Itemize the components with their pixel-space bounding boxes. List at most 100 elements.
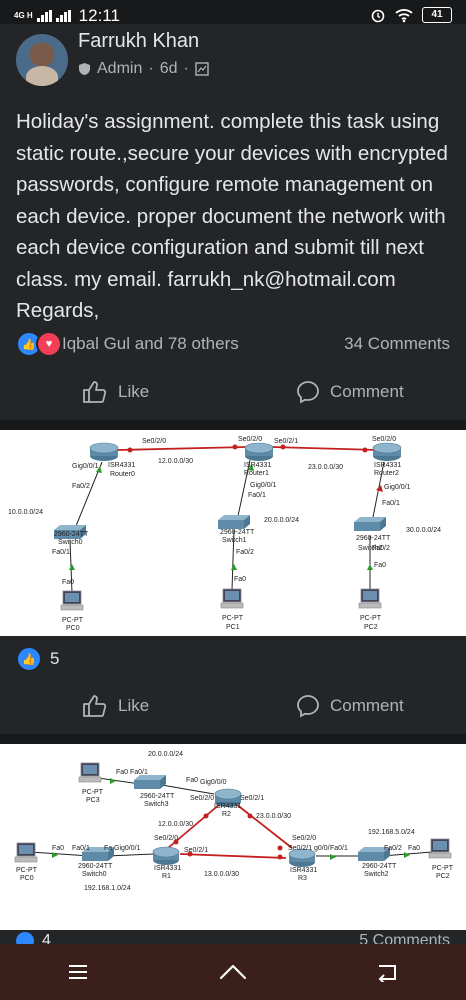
svg-text:Fa0/1: Fa0/1: [330, 845, 348, 852]
svg-text:23.0.0.0/30: 23.0.0.0/30: [308, 464, 343, 471]
svg-text:R2: R2: [222, 811, 231, 818]
post-time: 6d: [159, 60, 178, 77]
like-icon: [83, 381, 107, 403]
svg-text:ISR4331: ISR4331: [244, 462, 271, 469]
dot-separator: ·: [148, 60, 154, 77]
svg-text:ISR4331: ISR4331: [108, 462, 135, 469]
serial-link-r2-r3: [235, 803, 293, 849]
svg-text:Fa0/1: Fa0/1: [248, 492, 266, 499]
network-type: 4G H: [14, 11, 33, 20]
svg-text:Fa0/2: Fa0/2: [372, 545, 390, 552]
svg-text:Fa0/1: Fa0/1: [72, 845, 90, 852]
svg-text:Se0/2/0: Se0/2/0: [292, 835, 316, 842]
pc0-icon-2[interactable]: [14, 842, 38, 863]
pc3-icon[interactable]: [78, 762, 102, 783]
svg-text:R1: R1: [162, 873, 171, 880]
svg-text:R3: R3: [298, 875, 307, 882]
svg-text:PC0: PC0: [66, 625, 80, 632]
svg-text:Se0/2/0: Se0/2/0: [190, 795, 214, 802]
svg-text:Fa0: Fa0: [408, 845, 420, 852]
reaction-count-2: 5: [50, 649, 60, 668]
comment-button[interactable]: Comment: [296, 380, 404, 404]
serial-link-r1-r3: [179, 853, 287, 859]
svg-text:Fa0: Fa0: [62, 579, 74, 586]
svg-text:20.0.0.0/24: 20.0.0.0/24: [264, 517, 299, 524]
author-name[interactable]: Farrukh Khan: [78, 30, 199, 53]
svg-text:Se0/2/0: Se0/2/0: [142, 438, 166, 445]
reactions-row[interactable]: 👍 ♥ Iqbal Gul and 78 others 34 Comments: [16, 331, 450, 357]
post-actions-2: Like Comment: [0, 684, 466, 734]
router0-icon[interactable]: [89, 442, 119, 462]
svg-text:Fa: Fa: [104, 845, 112, 852]
switch2-icon[interactable]: [354, 517, 386, 531]
switch1-icon[interactable]: [218, 515, 250, 529]
home-button[interactable]: [203, 952, 263, 992]
svg-text:Switch3: Switch3: [144, 801, 169, 808]
svg-text:2960-24TT: 2960-24TT: [54, 531, 89, 538]
like-icon: [83, 695, 107, 717]
switch3-icon[interactable]: [134, 775, 166, 789]
alarm-icon: [371, 9, 385, 23]
network-diagram-2[interactable]: 20.0.0.0/24 PC-PT PC3 Fa0 Fa0/1 2960-24T…: [0, 744, 466, 930]
serial-link-r0-r1: [117, 446, 247, 451]
photo-icon: [195, 62, 209, 76]
r1-router-icon[interactable]: [152, 846, 180, 866]
comments-count-3[interactable]: 5 Comments: [359, 932, 450, 944]
router1-icon[interactable]: [244, 442, 274, 462]
like-button[interactable]: Like: [82, 380, 149, 404]
battery-icon: 41: [422, 7, 452, 23]
svg-text:Fa0: Fa0: [186, 777, 198, 784]
svg-text:PC-PT: PC-PT: [222, 615, 244, 622]
svg-text:Fa0/2: Fa0/2: [236, 549, 254, 556]
svg-text:ISR4331: ISR4331: [154, 865, 181, 872]
svg-text:2960-24TT: 2960-24TT: [220, 529, 255, 536]
svg-text:Switch2: Switch2: [364, 871, 389, 878]
svg-text:12.0.0.0/30: 12.0.0.0/30: [158, 458, 193, 465]
svg-text:Fa0/1: Fa0/1: [52, 549, 70, 556]
reactions-row-2[interactable]: 👍 5: [16, 646, 59, 672]
comments-count[interactable]: 34 Comments: [344, 334, 450, 354]
svg-text:2960-24TT: 2960-24TT: [356, 535, 391, 542]
admin-shield-icon: [79, 63, 90, 75]
like-button-2[interactable]: Like: [82, 694, 149, 718]
back-button[interactable]: [358, 952, 418, 992]
feed-divider: [0, 420, 466, 430]
svg-text:Switch1: Switch1: [222, 537, 247, 544]
router2-icon[interactable]: [372, 442, 402, 462]
link-pc0-sw0: [29, 851, 91, 857]
svg-text:Se0/2/0: Se0/2/0: [238, 436, 262, 443]
network-diagram-1[interactable]: Se0/2/0 Se0/2/0 Se0/2/1 Se0/2/0 12.0.0.0…: [0, 430, 466, 636]
pc0-icon[interactable]: [60, 590, 84, 611]
comment-icon: [297, 695, 319, 718]
avatar[interactable]: [16, 34, 68, 86]
comment-button-2[interactable]: Comment: [296, 694, 404, 718]
recent-apps-button[interactable]: [48, 952, 108, 992]
svg-text:Se0/2/1: Se0/2/1: [184, 847, 208, 854]
svg-text:Fa0/2: Fa0/2: [384, 845, 402, 852]
svg-text:2960-24TT: 2960-24TT: [78, 863, 113, 870]
serial-link-r1-r2: [271, 446, 379, 451]
wifi-icon: [395, 9, 413, 23]
svg-text:Se0/2/1: Se0/2/1: [240, 795, 264, 802]
reaction-names[interactable]: Iqbal Gul and 78 others: [62, 334, 239, 354]
pc1-icon[interactable]: [220, 588, 244, 609]
svg-text:Gig0/0/1: Gig0/0/1: [72, 463, 99, 470]
feed-divider-2: [0, 734, 466, 744]
pc2-icon-2[interactable]: [428, 838, 452, 859]
back-icon: [378, 965, 397, 982]
svg-text:Fa0: Fa0: [234, 576, 246, 583]
svg-text:Gig0/0/1: Gig0/0/1: [384, 484, 411, 491]
pc2-icon[interactable]: [358, 588, 382, 609]
svg-text:30.0.0.0/24: 30.0.0.0/24: [406, 527, 441, 534]
svg-text:Se0/2/0: Se0/2/0: [372, 436, 396, 443]
svg-text:Fa0: Fa0: [52, 845, 64, 852]
svg-text:2960-24TT: 2960-24TT: [362, 863, 397, 870]
like-reaction-icon-2: 👍: [16, 646, 42, 672]
comment-icon: [297, 381, 319, 404]
svg-text:PC0: PC0: [20, 875, 34, 882]
svg-text:Fa0/1: Fa0/1: [382, 500, 400, 507]
svg-text:PC-PT: PC-PT: [82, 789, 104, 796]
svg-text:Router1: Router1: [244, 470, 269, 477]
svg-text:PC-PT: PC-PT: [62, 617, 84, 624]
post-actions: Like Comment: [0, 370, 466, 420]
